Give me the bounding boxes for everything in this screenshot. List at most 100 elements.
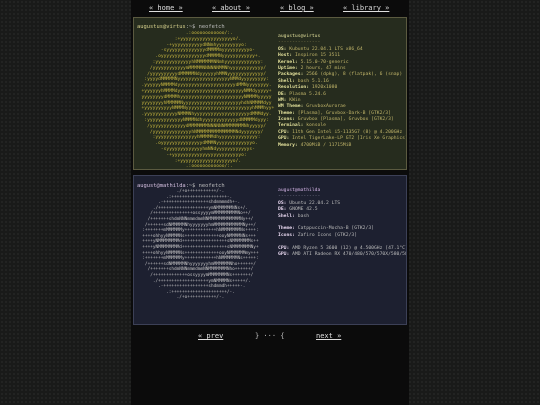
top-nav: « home » « about » « blog » « library »: [131, 0, 409, 16]
info-key: Terminal:: [278, 123, 307, 129]
info-value: Kubuntu 22.04.1 LTS x86_64: [289, 46, 363, 52]
logo-line: /+++++++shdmNNNmmmdmmNNMMMMMMMNho++++++/: [147, 267, 254, 273]
logo-line: ++++ohhyyNMMMMNs+++++++++++++ooyNMMMMNNs…: [142, 233, 256, 239]
info-key: Shell:: [278, 213, 298, 219]
info-value: Intel TigerLake-LP GT2 [Iris Xe Graphics…: [292, 136, 407, 142]
info-key: GPU:: [278, 251, 293, 257]
info-key: Resolution:: [278, 85, 312, 91]
logo-line: /+++++++shdmNNNmmmdmmNNMMMMMMMMMMMMNy++/: [147, 216, 254, 222]
info-value: Ubuntu 22.04.2 LTS: [289, 200, 341, 206]
logo-line: /yyyyyyyyyyyymMMMMMNNNNNNMMNhyyyyyyyyyyy…: [149, 65, 266, 71]
kubuntu-ascii-logo: .:oooooooooooo/:. :+yyyyyyyyyyyyyyyyyyyo…: [136, 31, 275, 170]
logo-line: .-+++++++++++++++++shdmmmmdh+-.: [158, 200, 241, 206]
info-value: 2 hours, 47 mins: [300, 65, 346, 71]
logo-line: /yyyyyyyyyyyyyyhNMMMMMMMMMMMMMMNdyyyyyyy…: [149, 129, 264, 135]
info-value: Plasma 5.24.6: [289, 91, 326, 97]
info-key: Kernel:: [278, 59, 301, 65]
pagination: « prev } ··· { next »: [131, 329, 409, 343]
neofetch-panel-ubuntu: august@mathilda:~$ neofetch ./+o++++++++…: [133, 175, 407, 325]
info-row: GPU: AMD ATI Radeon RX 470/480/570/570X/…: [278, 251, 406, 258]
logo-line: -+yyyyyyyyyyyyyyyyyyyyyyyyyo:: [166, 152, 247, 158]
info-key: OS:: [278, 46, 290, 52]
ubuntu-ascii-logo: ./+o+++++++++++/-. .:+++++++++++++++++++…: [137, 189, 259, 301]
info-value: bash: [297, 213, 310, 219]
nav-home-link[interactable]: « home »: [149, 4, 183, 12]
info-value: KWin: [289, 97, 301, 103]
info-key: DE:: [278, 207, 290, 213]
info-key: Packages:: [278, 72, 307, 78]
logo-line: :yyyyyyyyyyyyyNMMMNdhyyyyyyyyyyyyydNMMMM…: [144, 117, 269, 123]
logo-line: .:oooooooooooo/:.: [185, 31, 233, 36]
system-info: august@mathilda --------------- OS: Ubuntu…: [278, 188, 407, 258]
logo-line: yyyyyyyyhMMMMMNyyyyyyyyyyyyyyyyyyyyyhdhN…: [141, 100, 272, 106]
logo-line: :+++++++mMMMMMMy++++++++++++hNMMMMMMMNs+…: [142, 228, 259, 234]
info-value: [Plasma], Gruvbox-Dark-B [GTK2/3]: [297, 110, 391, 116]
logo-line: ++++ohhyyNMMMMNs+++++++++++++ooyNMMMMMMm…: [142, 250, 259, 256]
logo-line: .-+++++++++++++++++shdmmdh+++++-.: [158, 284, 246, 290]
logo-line: +yyyyyyyyyyNMMMNyyyyyyyyyyyyyyyyyyyyyyyy…: [141, 106, 275, 112]
prompt-command: :~$ neofetch: [185, 24, 225, 30]
next-link[interactable]: next »: [316, 332, 341, 340]
info-value: 1920x1080: [311, 85, 338, 91]
info-key: WM Theme:: [278, 104, 307, 110]
logo-line: /+++++++++++++++ossyyyymMMMMMMMMMNo++/: [150, 211, 251, 217]
pager-divider: } ··· {: [255, 332, 285, 340]
logo-line: /++++++sdNMMMMMNhyyyyyyyhmMMMMMMNho+++++…: [144, 261, 256, 267]
logo-line: ++++yNMMMMMMMMd+++++++++++++++++sNMMMMMM…: [142, 239, 259, 245]
logo-line: /+++++++++++++ossyyyymMMMMMMMNs+++++++/: [150, 272, 254, 278]
info-value: GruvboxAurorae: [306, 104, 346, 110]
logo-line: :yyyyyyyyyyyyyhNMMMMMMNNmhyyyyyyyyyyyyy:: [152, 59, 264, 65]
info-key: OS:: [278, 200, 290, 206]
info-value: Zafiro Icons [GTK2/3]: [297, 232, 358, 238]
logo-line: /yyyyyyyyyyyyydMMMMMMMNNNNNNMMMMMMMNhyyy…: [147, 123, 266, 129]
info-key: GPU:: [278, 136, 293, 142]
nav-blog-link[interactable]: « blog »: [280, 4, 314, 12]
logo-line: .oyyyyyyyyyyyyyyydMMMNyyyyyyyyyyyyyo.: [155, 141, 258, 147]
info-key: WM:: [278, 97, 290, 103]
logo-line: .oyyyyyyyyyyyyyyyydMMMMNyyyyyyyyyyyy+.: [155, 54, 261, 60]
logo-line: :+yyyyyyyyyyyyyyyyyyyo/.: [174, 36, 242, 42]
info-value: 11th Gen Intel i5-1135G7 (8) @ 4.200GHz: [292, 129, 403, 135]
logo-line: :+yyyyyyyyyyyyyyyyyyyo/.: [174, 158, 242, 164]
info-value: Gruvbox [Plasma], Gruvbox [GTK2/3]: [297, 117, 394, 123]
info-key: Host:: [278, 53, 295, 59]
logo-line: +yyyyyyhMMMMdyyyyyyyyyyyyyyyyyyyyyyyyNMM…: [141, 88, 272, 94]
info-row: Memory: 4700MiB / 11715MiB: [278, 142, 406, 149]
nav-about-link[interactable]: « about »: [212, 4, 250, 12]
info-value: AMD ATI Radeon RX 470/480/570/570X/580/5…: [292, 251, 406, 257]
prompt-user: augustus@virtus: [137, 24, 186, 30]
info-key: Theme:: [278, 226, 298, 232]
terminal-prompt: augustus@virtus:~$ neofetch: [137, 24, 225, 30]
logo-line: -syyyyyyyyyyyyyydMMMMmyyyyyyyyyyo-: [160, 48, 255, 54]
info-key: Memory:: [278, 142, 301, 148]
nav-library-link[interactable]: « library »: [343, 4, 389, 12]
system-info: augustus@virtus --------------- OS: Kubunt…: [278, 34, 407, 149]
logo-line: ./+o+++++++++++/-.: [137, 295, 225, 301]
info-value: Catppuccin-Mocha-B [GTK2/3]: [297, 226, 374, 232]
prev-link[interactable]: « prev: [198, 332, 223, 340]
info-key: CPU:: [278, 129, 293, 135]
info-key: Shell:: [278, 78, 298, 84]
logo-line: :+++++++mMMMMMMy++++++++++++hNMMMMMMNs++…: [142, 256, 259, 262]
info-value: Inspiron 15 3511: [294, 53, 341, 59]
logo-line: ./+++++++++++++++++++ymNMMMMNs+++++/.: [152, 278, 251, 284]
info-value: GNOME 42.5: [289, 207, 318, 213]
logo-line: .:+++++++++++++++++++++/-.: [166, 289, 235, 295]
info-value: 2566 (dpkg), 8 (flatpak), 6 (snap): [306, 72, 403, 78]
logo-line: .yyyyyyNMMMMdyyyyyyyyyyyyyyyyyyyyydMMNyy…: [141, 83, 272, 89]
logo-line: .:oooooooooooo/:.: [136, 164, 233, 170]
logo-line: :yyyydMMMMMNyyyyyyyyyyyyyyyyyyyNMMdyyyyy…: [144, 77, 269, 83]
info-key: CPU:: [278, 245, 293, 251]
logo-line: -syyyyyyyyyyyyyhmNNdyyyyyyyyyyyys-: [160, 146, 255, 152]
logo-line: /++++++sdNMMMMMNhyyyyyyyhmMMMMMMMMMMMNy+…: [144, 222, 256, 228]
logo-line: .yyyyyyyyyyyyNMMMNhyyyyyyyyyyyyyyyyyyyyd…: [141, 112, 272, 118]
logo-line: -+yyyyyyyyyyydNNmhyyyyyyyyyo:: [166, 42, 247, 48]
logo-line: .:+++++++++++++++++++++-.: [166, 194, 233, 200]
info-value: 4700MiB / 11715MiB: [300, 142, 352, 148]
info-value: AMD Ryzen 5 3600 (12) @ 4.500GHz [47.1°C…: [292, 245, 407, 251]
logo-line: :yyyyyyyyyyyyyyyhMMMMMdhyyyyyyyyyyyyyy:: [152, 135, 261, 141]
info-value: 5.15.0-70-generic: [300, 59, 349, 65]
logo-line: ++++yNMMMMMMMMd+++++++++++++++++sNMMMMMM…: [142, 244, 259, 250]
info-key: Uptime:: [278, 65, 301, 71]
logo-line: yyyyyyyydMMMMhyyyyyyyyyyyyyyyyyyyyyyyNMM…: [141, 94, 272, 100]
